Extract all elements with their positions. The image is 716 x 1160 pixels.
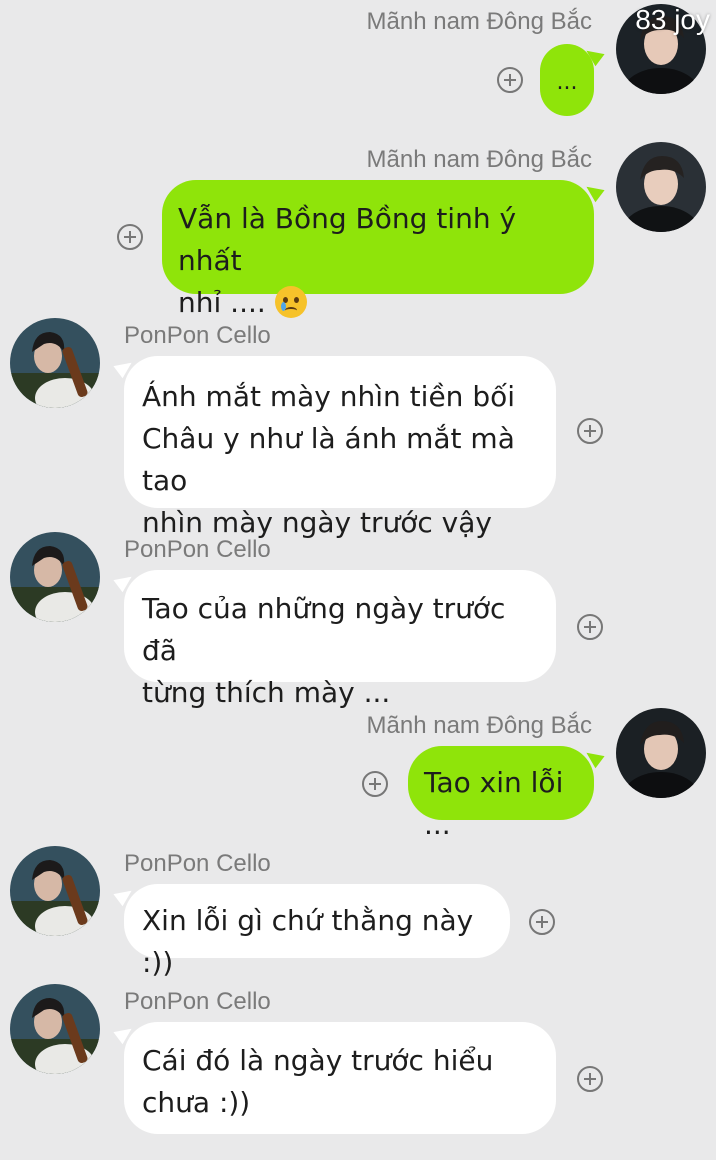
sender-name: Mãnh nam Đông Bắc (366, 146, 592, 173)
message-text-line: Cái đó là ngày trước hiểu (142, 1044, 494, 1077)
message-text-line: Ánh mắt mày nhìn tiền bối (142, 380, 515, 413)
message-text-line: Tao của những ngày trước đã (142, 592, 506, 667)
message-text: ... (556, 70, 578, 95)
message-bubble[interactable]: Vẫn là Bồng Bồng tinh ý nhất nhỉ .... (162, 180, 594, 319)
message-text: Xin lỗi gì chứ thằng này :)) (142, 904, 474, 979)
crying-face-emoji (274, 286, 307, 318)
add-reaction-icon[interactable] (577, 614, 603, 640)
watermark-label: 83 joy (635, 4, 710, 35)
add-reaction-icon[interactable] (117, 224, 143, 250)
message-text-line: Vẫn là Bồng Bồng tinh ý nhất (178, 202, 517, 277)
avatar[interactable] (10, 318, 100, 408)
add-reaction-icon[interactable] (577, 1066, 603, 1092)
message-bubble[interactable]: Xin lỗi gì chứ thằng này :)) (124, 884, 510, 979)
sender-name: PonPon Cello (124, 850, 271, 877)
message-bubble[interactable]: Cái đó là ngày trước hiểu chưa :)) (124, 1022, 556, 1134)
add-reaction-icon[interactable] (497, 67, 523, 93)
sender-name: PonPon Cello (124, 988, 271, 1015)
message-text-line: từng thích mày ... (142, 676, 391, 709)
avatar[interactable] (10, 984, 100, 1074)
message-bubble[interactable]: Ánh mắt mày nhìn tiền bối Châu y như là … (124, 356, 556, 539)
avatar[interactable] (616, 708, 706, 798)
message-bubble[interactable]: Tao của những ngày trước đã từng thích m… (124, 570, 556, 709)
add-reaction-icon[interactable] (529, 909, 555, 935)
avatar[interactable] (616, 142, 706, 232)
message-text-line: Châu y như là ánh mắt mà tao (142, 422, 515, 497)
message-text: Tao xin lỗi ... (424, 766, 564, 841)
sender-name: PonPon Cello (124, 322, 271, 349)
sender-name: Mãnh nam Đông Bắc (366, 8, 592, 35)
message-text-line: chưa :)) (142, 1086, 251, 1119)
message-text-line: nhỉ .... (178, 282, 580, 324)
avatar[interactable] (10, 532, 100, 622)
message-bubble[interactable]: Tao xin lỗi ... (408, 746, 594, 841)
message-bubble[interactable]: ... (540, 44, 594, 116)
sender-name: PonPon Cello (124, 536, 271, 563)
avatar[interactable] (10, 846, 100, 936)
add-reaction-icon[interactable] (577, 418, 603, 444)
sender-name: Mãnh nam Đông Bắc (366, 712, 592, 739)
add-reaction-icon[interactable] (362, 771, 388, 797)
